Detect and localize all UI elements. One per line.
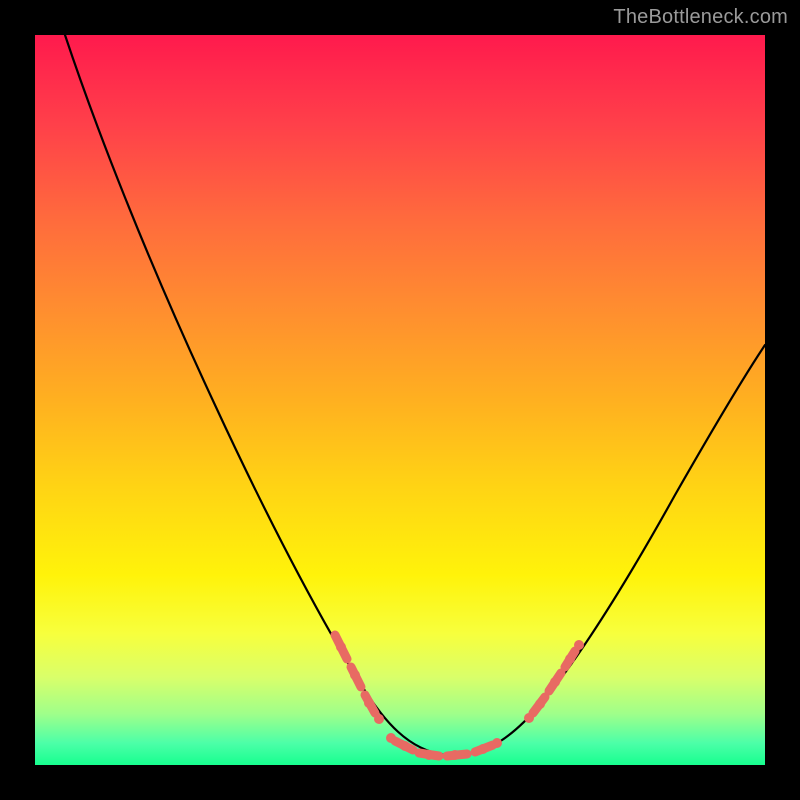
plot-gradient-area xyxy=(35,35,765,765)
bottleneck-curve xyxy=(65,35,765,755)
curve-layer xyxy=(35,35,765,765)
watermark-text: TheBottleneck.com xyxy=(613,6,788,29)
highlight-left-cluster xyxy=(335,635,384,724)
chart-frame: TheBottleneck.com xyxy=(0,0,800,800)
highlight-right-cluster xyxy=(524,640,584,723)
